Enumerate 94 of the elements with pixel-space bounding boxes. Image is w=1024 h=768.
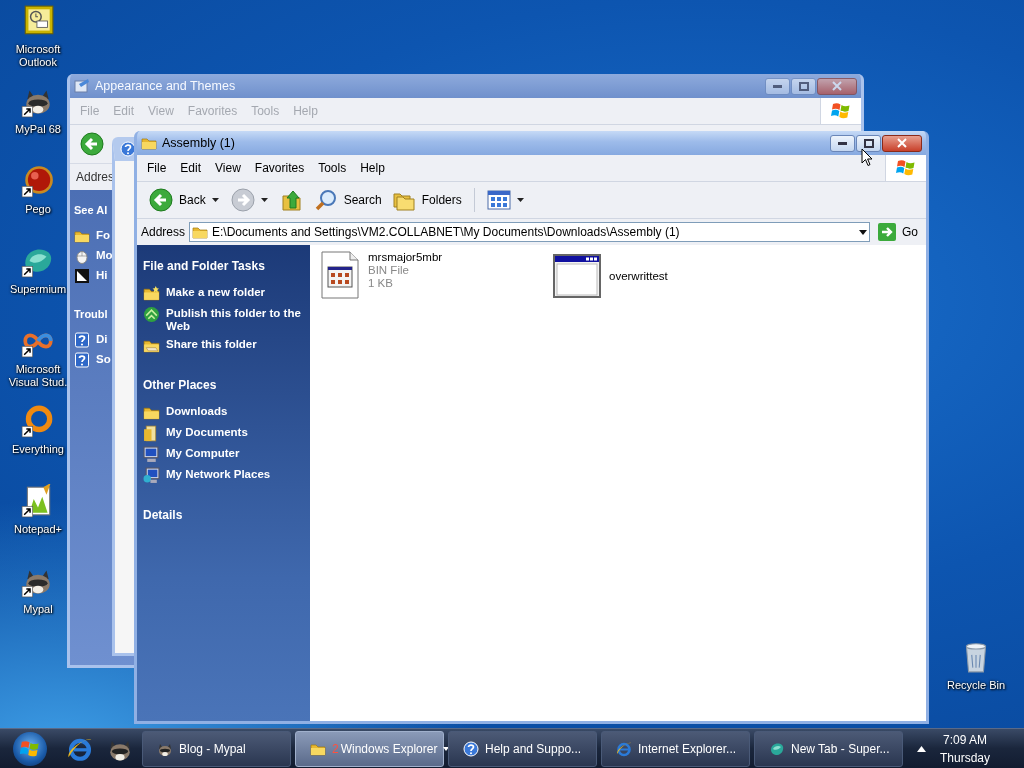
close-button[interactable] <box>817 77 857 95</box>
window-title: Assembly (1) <box>162 136 236 150</box>
taskbar-button[interactable]: Internet Explorer... <box>601 730 750 767</box>
search-button[interactable]: Search <box>309 186 386 214</box>
file-name[interactable]: overwrittest <box>609 269 668 283</box>
close-button[interactable] <box>882 134 922 152</box>
clock-day[interactable]: Thursday <box>940 748 991 767</box>
address-label: Address <box>141 225 186 239</box>
task-link[interactable]: My Network Places <box>166 467 306 481</box>
contrast-icon <box>74 268 90 284</box>
desktop-icon-label[interactable]: Pego <box>25 203 51 216</box>
go-button[interactable]: Go <box>874 223 922 241</box>
panel-heading[interactable]: Other Places <box>143 378 217 392</box>
dropdown-caret-icon[interactable] <box>859 229 867 235</box>
minimize-icon <box>773 84 782 88</box>
tray-arrow-icon[interactable] <box>917 745 926 752</box>
task-link[interactable]: Share this folder <box>166 337 306 351</box>
caret-icon <box>260 198 268 202</box>
document-icon <box>320 251 360 299</box>
caret-icon <box>516 198 524 202</box>
ring-icon[interactable] <box>21 404 55 438</box>
folders-button[interactable]: Folders <box>387 186 466 214</box>
menu-item[interactable]: View <box>209 159 247 177</box>
back-button[interactable] <box>80 132 104 156</box>
views-icon <box>486 190 511 210</box>
folder-icon <box>143 285 160 302</box>
window-title: Appearance and Themes <box>95 79 237 93</box>
address-field[interactable]: E:\Documents and Settings\VM2.COLLABNET\My Documents\Downloads\Assembly (1) <box>189 222 870 242</box>
task-link[interactable]: Make a new folder <box>166 285 306 299</box>
desktop-icon-label[interactable]: Mypal <box>23 603 53 616</box>
task-link[interactable]: Hi <box>96 268 108 282</box>
network-computer-icon <box>143 467 160 484</box>
desktop-icon-label[interactable]: Recycle Bin <box>946 679 1006 692</box>
task-link[interactable]: Publish this folder to the Web <box>166 306 306 333</box>
task-link[interactable]: Fo <box>96 228 111 242</box>
desktop-icon-label[interactable]: Everything <box>12 443 64 456</box>
cursor-icon <box>861 148 873 167</box>
flag-logo <box>831 101 851 121</box>
file-size: 1 KB <box>368 277 394 290</box>
menu-item[interactable]: Edit <box>174 159 208 177</box>
minimize-icon <box>838 141 847 145</box>
flag-logo <box>896 158 916 178</box>
menu-item[interactable]: Help <box>354 159 391 177</box>
close-icon <box>832 81 842 91</box>
taskbar-button[interactable]: Blog - Mypal <box>142 730 291 767</box>
folder-icon <box>74 228 90 244</box>
window-icon <box>553 254 601 298</box>
up-folder-icon <box>279 188 304 212</box>
menu-item[interactable]: Favorites <box>248 159 311 177</box>
folder-icon <box>141 135 157 151</box>
help-icon <box>74 352 90 368</box>
task-link[interactable]: Downloads <box>166 404 306 418</box>
flag-logo <box>19 738 41 759</box>
task-link[interactable]: My Computer <box>166 446 306 460</box>
computer-icon <box>143 446 160 463</box>
close-icon <box>897 138 907 148</box>
menu-item[interactable]: Tools <box>312 159 353 177</box>
file-name[interactable]: mrsmajor5mbr <box>368 251 443 264</box>
task-link[interactable]: So <box>96 352 111 366</box>
task-link[interactable]: My Documents <box>166 425 306 439</box>
folder-icon <box>192 224 209 240</box>
clock-time[interactable]: 7:09 AM <box>943 730 988 749</box>
panel-heading[interactable]: Details <box>143 508 183 522</box>
desktop-icon-label[interactable]: Supermium <box>9 283 67 296</box>
minimize-button[interactable] <box>830 134 855 152</box>
help-icon <box>74 332 90 348</box>
panel-heading[interactable]: Troubl <box>74 308 108 320</box>
panel-heading[interactable]: See Al <box>74 204 108 216</box>
file-type: BIN File <box>368 264 410 277</box>
caret-icon <box>211 198 219 202</box>
back-button[interactable]: Back <box>145 186 210 214</box>
start-button[interactable] <box>13 731 47 766</box>
maximize-button[interactable] <box>856 134 881 152</box>
panel-heading[interactable]: File and Folder Tasks <box>143 259 265 273</box>
maximize-icon <box>863 138 874 148</box>
go-arrow-icon <box>878 223 896 241</box>
control-panel-icon <box>74 78 90 94</box>
task-link[interactable]: Di <box>96 332 108 346</box>
address-label: Addres <box>76 170 115 184</box>
taskbar-button[interactable]: Help and Suppo... <box>448 730 597 767</box>
globe-icon <box>143 306 160 323</box>
desktop-icon-label[interactable]: Microsoft Visual Stud. <box>7 363 69 389</box>
menu-item[interactable]: File <box>141 159 173 177</box>
desktop-icon-label[interactable]: Microsoft Outlook <box>7 43 69 69</box>
search-icon <box>313 188 338 212</box>
desktop-icon-label[interactable]: MyPal 68 <box>15 123 61 136</box>
browser-icon <box>616 740 632 757</box>
maximize-icon <box>798 81 809 91</box>
help-icon <box>463 740 479 757</box>
task-link[interactable]: Mo <box>96 248 113 262</box>
taskbar-button[interactable]: New Tab - Super... <box>754 730 903 767</box>
desktop-icon-label[interactable]: Notepad+ <box>14 523 62 536</box>
ball-icon[interactable] <box>21 164 55 198</box>
mouse-icon <box>74 248 90 264</box>
